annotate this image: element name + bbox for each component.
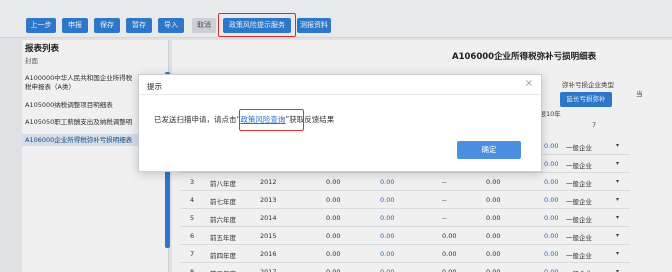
close-icon[interactable]: × [525,79,533,89]
policy-link-highlight [239,109,304,131]
dialog-header: 提示 × [139,75,541,95]
tax-filing-app: 上一步 申报 保存 暂存 导入 取消 政策风险提示服务 测报资料 报表列表 封面… [0,0,672,272]
prompt-dialog: 提示 × 已发送扫描申请，请点击“政策风险查询”获取反馈结果 确定 [138,74,542,172]
dialog-message-before: 已发送扫描申请，请点击“ [154,115,241,124]
ok-button[interactable]: 确定 [457,141,521,159]
dialog-title: 提示 [147,82,162,91]
